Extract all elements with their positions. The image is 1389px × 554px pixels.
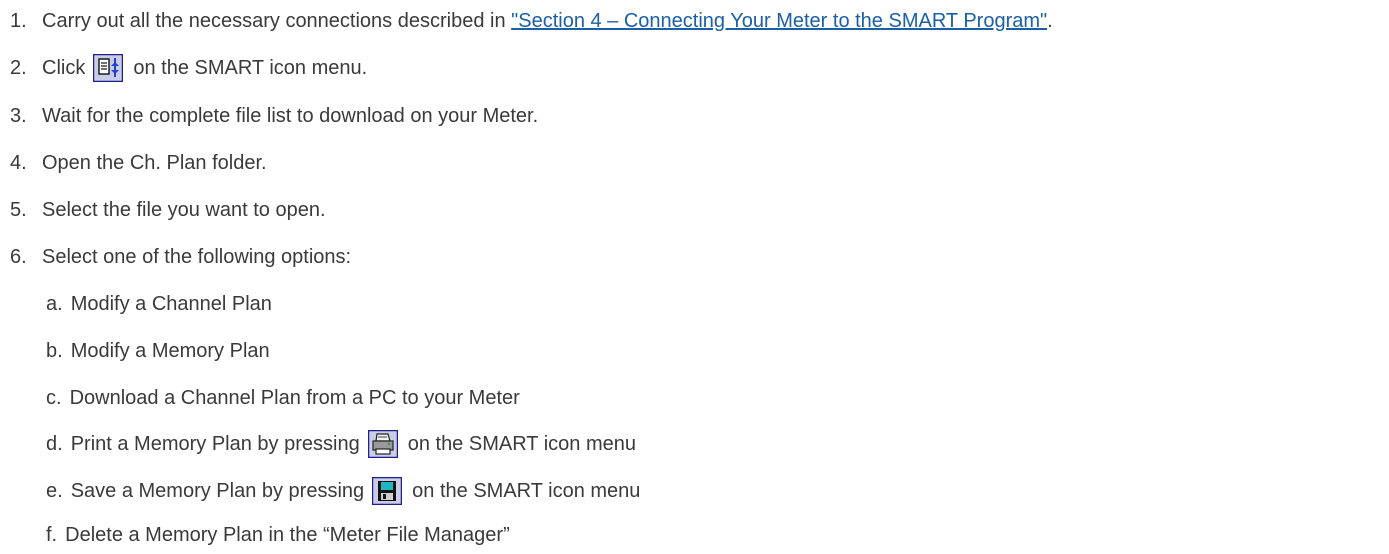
option-text: Delete a Memory Plan in the “Meter File … bbox=[65, 524, 510, 546]
option-text-end: on the SMART icon menu bbox=[407, 433, 636, 455]
option-letter: c. bbox=[46, 387, 62, 409]
step-text-end: . bbox=[1047, 10, 1053, 32]
section-4-link[interactable]: "Section 4 – Connecting Your Meter to th… bbox=[511, 4, 1047, 38]
step-2: 2. Click on the SMART icon menu. bbox=[0, 51, 367, 85]
step-text: Click bbox=[42, 57, 86, 79]
option-letter: b. bbox=[46, 340, 63, 362]
option-e: e. Save a Memory Plan by pressing on the… bbox=[0, 474, 640, 508]
step-text: Carry out all the necessary connections … bbox=[42, 10, 512, 32]
option-letter: e. bbox=[46, 480, 63, 502]
step-text: Select the file you want to open. bbox=[42, 199, 326, 221]
option-text: Modify a Memory Plan bbox=[70, 340, 270, 362]
option-b: b. Modify a Memory Plan bbox=[0, 334, 270, 368]
step-number: 1. bbox=[10, 10, 27, 32]
step-text: Open the Ch. Plan folder. bbox=[42, 152, 267, 174]
option-text: Modify a Channel Plan bbox=[70, 293, 272, 315]
step-number: 2. bbox=[10, 57, 27, 79]
option-letter: f. bbox=[46, 524, 58, 546]
step-number: 5. bbox=[10, 199, 27, 221]
option-letter: a. bbox=[46, 293, 63, 315]
save-icon bbox=[372, 477, 403, 505]
step-number: 3. bbox=[10, 105, 27, 127]
option-text: Download a Channel Plan from a PC to you… bbox=[69, 387, 520, 409]
step-3: 3. Wait for the complete file list to do… bbox=[0, 99, 538, 133]
step-text: Select one of the following options: bbox=[42, 246, 352, 268]
step-number: 6. bbox=[10, 246, 27, 268]
step-4: 4. Open the Ch. Plan folder. bbox=[0, 146, 267, 180]
option-letter: d. bbox=[46, 433, 63, 455]
step-number: 4. bbox=[10, 152, 27, 174]
option-d: d. Print a Memory Plan by pressing on th… bbox=[0, 427, 636, 461]
step-text-end: on the SMART icon menu. bbox=[133, 57, 368, 79]
option-text: Save a Memory Plan by pressing bbox=[70, 480, 365, 502]
option-text: Print a Memory Plan by pressing bbox=[70, 433, 360, 455]
printer-icon bbox=[367, 430, 398, 458]
option-text-end: on the SMART icon menu bbox=[412, 480, 641, 502]
option-f: f. Delete a Memory Plan in the “Meter Fi… bbox=[0, 518, 510, 552]
option-a: a. Modify a Channel Plan bbox=[0, 287, 272, 321]
step-1: 1. Carry out all the necessary connectio… bbox=[0, 4, 1053, 38]
file-manager-icon bbox=[93, 54, 124, 82]
step-text: Wait for the complete file list to downl… bbox=[42, 105, 539, 127]
step-5: 5. Select the file you want to open. bbox=[0, 193, 326, 227]
step-6: 6. Select one of the following options: bbox=[0, 240, 351, 274]
option-c: c. Download a Channel Plan from a PC to … bbox=[0, 381, 520, 415]
